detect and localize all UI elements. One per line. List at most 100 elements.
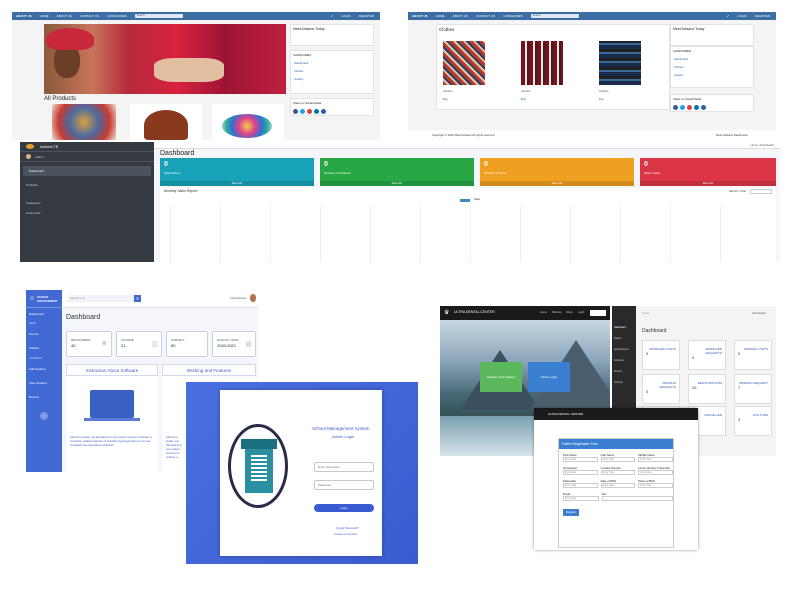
nav-patients[interactable]: Patients [552, 311, 561, 314]
nav-categories[interactable]: CATEGORIES [503, 14, 522, 18]
dash-sidebar-item-patient[interactable]: Patient [612, 333, 636, 344]
dash-sidebar-item-dashboard[interactable]: Dashboard [612, 306, 636, 333]
sidebar-item-dashboard[interactable]: Dashboard [26, 308, 62, 320]
nav-login[interactable]: Login [578, 311, 584, 314]
input-contact[interactable]: Enter data [600, 470, 636, 475]
username-input[interactable] [314, 462, 374, 472]
school-brand[interactable]: SCHOOL MANAGEMENT [37, 295, 59, 303]
nav-brand[interactable]: ABOUT US [412, 14, 428, 18]
sidebar-item-dashboard[interactable]: Dashboard [23, 166, 151, 176]
category-link-handicrafts-2[interactable]: Handicrafts [671, 55, 753, 63]
facebook-icon[interactable] [673, 105, 678, 110]
card-sales[interactable]: 0 Sales Today More info [640, 158, 776, 186]
twitter-icon[interactable] [300, 109, 305, 114]
category-link-clothes-2[interactable]: Clothes [671, 63, 753, 71]
create-account-link[interactable]: Create an Account [334, 532, 357, 536]
sidebar-item-subject[interactable]: Subject [26, 341, 62, 355]
input-home-number[interactable]: Enter data [638, 470, 674, 475]
register-button[interactable]: Register [563, 509, 579, 516]
nav-home[interactable]: HOME [436, 14, 445, 18]
sidebar-item-record[interactable]: Record [26, 390, 62, 404]
login-button[interactable]: Login [314, 504, 374, 512]
input-dob[interactable]: Enter data [600, 483, 636, 488]
input-pob[interactable]: Enter data [638, 483, 674, 488]
nav-login[interactable]: LOGIN [737, 14, 746, 18]
tile-pending-request[interactable]: PENDING REQUEST 7 [734, 374, 772, 404]
stat-registered[interactable]: REGISTERED 40 ☻ [66, 331, 112, 357]
nav-about[interactable]: ABOUT US [57, 14, 72, 18]
pinterest-icon[interactable] [701, 105, 706, 110]
avatar[interactable] [250, 294, 256, 302]
clothes-buy-3[interactable]: Buy [599, 97, 604, 101]
nav-home[interactable]: Home [540, 311, 547, 314]
linkedin-icon[interactable] [694, 105, 699, 110]
clothes-label-3[interactable]: Clothes [599, 89, 608, 93]
input-first-name[interactable]: Enter data [563, 457, 598, 462]
nav-register[interactable]: REGISTER [755, 14, 770, 18]
clothes-label-1[interactable]: Clothes [443, 89, 452, 93]
password-input[interactable] [314, 480, 374, 490]
twitter-icon[interactable] [680, 105, 685, 110]
input-occupation[interactable]: Enter data [563, 470, 598, 475]
nav-home[interactable]: HOME [40, 14, 49, 18]
dash-sidebar-item-schedule[interactable]: Schedule [612, 355, 636, 366]
tile-approved-requests[interactable]: APPROVED REQUESTS 0 [688, 340, 726, 370]
search-icon[interactable]: ⚲ [134, 295, 141, 302]
reg-brand[interactable]: ULTRA DENTAL CENTER [548, 412, 583, 416]
sidebar-collapse-icon[interactable]: ‹ [40, 412, 48, 420]
cart-icon[interactable]: ✔ [727, 14, 730, 18]
stat-school-year[interactable]: SCHOOL YEAR 2020-2021 ▦ [212, 331, 256, 357]
clothes-thumb-2[interactable] [521, 41, 563, 85]
sidebar-item-products[interactable]: Products [20, 180, 154, 190]
clothes-thumb-3[interactable] [599, 41, 641, 85]
dash-search[interactable]: Search [642, 312, 682, 317]
sidebar-item-view-student[interactable]: View Student [26, 376, 62, 390]
pinterest-icon[interactable] [321, 109, 326, 114]
nav-login[interactable]: LOGIN [341, 14, 350, 18]
admin-brand[interactable]: AdminLTE [40, 144, 58, 149]
linkedin-icon[interactable] [314, 109, 319, 114]
sidebar-item-add-student[interactable]: Add Student [26, 362, 62, 376]
clothes-buy-1[interactable]: Buy [443, 97, 448, 101]
input-middle-name[interactable]: Enter data [638, 457, 674, 462]
dental-brand[interactable]: ULTRA DENTAL CENTER [454, 310, 495, 314]
nav-register[interactable]: REGISTER [359, 14, 374, 18]
topbar-user[interactable]: Home / Dashboard [751, 143, 774, 147]
clothes-label-2[interactable]: Clothes [521, 89, 530, 93]
category-link-clothes[interactable]: Clothes [291, 67, 373, 75]
school-search-input[interactable]: Search here [68, 295, 134, 302]
nav-about[interactable]: About [566, 311, 573, 314]
dash-user[interactable]: Administrator [752, 312, 766, 315]
dash-sidebar-item-appointments[interactable]: Appointments [612, 344, 636, 355]
input-last-name[interactable]: Enter data [600, 457, 636, 462]
product-thumb-3[interactable] [212, 104, 284, 140]
stat-subject[interactable]: SUBJECT 80 [166, 331, 208, 357]
select-sex[interactable] [601, 496, 673, 501]
tile-doctors[interactable]: DOCTORS 3 [734, 406, 772, 436]
input-nationality[interactable]: Enter data [563, 483, 598, 488]
input-email[interactable]: Enter data [563, 496, 599, 501]
stat-course[interactable]: COURSE 21 ▥ [116, 331, 162, 357]
dash-sidebar-item-record[interactable]: Record [612, 366, 636, 377]
chart-filter[interactable]: Month / Year [729, 189, 746, 193]
tile-pending-visits[interactable]: PENDING VISITS 0 [734, 340, 772, 370]
admin-login-button[interactable]: Admin Login [528, 362, 570, 392]
search-input[interactable]: Search [530, 14, 579, 18]
category-link-handicrafts[interactable]: Handicrafts [291, 59, 373, 67]
facebook-icon[interactable] [293, 109, 298, 114]
clothes-buy-2[interactable]: Buy [521, 97, 526, 101]
school-user[interactable]: Administrator [230, 296, 246, 300]
tile-approved-visits[interactable]: APPROVED VISITS 0 [642, 340, 680, 370]
cart-icon[interactable]: ✔ [331, 14, 334, 18]
nav-search[interactable] [590, 310, 606, 316]
nav-contact[interactable]: CONTACT US [80, 14, 99, 18]
tile-pending-requests[interactable]: PENDING REQUESTS 0 [642, 374, 680, 404]
product-thumb-1[interactable] [52, 104, 116, 140]
card-total-orders[interactable]: 0 Total Orders More info [160, 158, 314, 186]
admin-user[interactable]: Admin [35, 155, 44, 159]
register-patient-button[interactable]: Register New Patient [480, 362, 522, 392]
category-link-jewelry-2[interactable]: Jewelry [671, 71, 753, 79]
dash-sidebar-item-settings[interactable]: Settings [612, 377, 636, 388]
card-users[interactable]: 0 Number of Users More info [480, 158, 634, 186]
clothes-thumb-1[interactable] [443, 41, 485, 85]
